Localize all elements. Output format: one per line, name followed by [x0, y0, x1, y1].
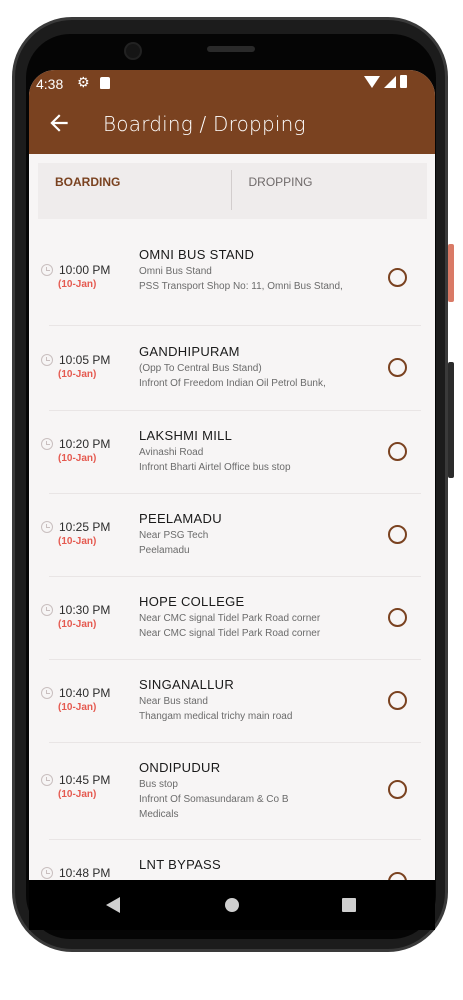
page-title: Boarding / Dropping [103, 112, 306, 136]
wifi-icon [364, 75, 380, 88]
battery-icon [400, 75, 407, 88]
tab-divider [231, 170, 232, 210]
stop-date: (10-Jan) [58, 536, 97, 547]
nav-home-icon[interactable] [225, 898, 239, 912]
tab-boarding-label: BOARDING [55, 175, 121, 189]
stop-name: OMNI BUS STAND [139, 247, 255, 262]
stop-name: PEELAMADU [139, 511, 222, 526]
tab-bar: BOARDING DROPPING [38, 163, 427, 219]
clock-icon [41, 354, 53, 366]
stop-address-line: Infront Bharti Airtel Office bus stop [139, 462, 291, 473]
list-item[interactable]: 10:00 PM (10-Jan) OMNI BUS STAND Omni Bu… [29, 230, 435, 326]
clock-icon [41, 687, 53, 699]
select-radio[interactable] [388, 525, 407, 544]
clock-icon [41, 521, 53, 533]
app-header: 4:38 ⚙ Boarding / Dropping [29, 70, 435, 154]
stop-address-line: Bus stop [139, 779, 178, 790]
list-item[interactable]: 10:45 PM (10-Jan) ONDIPUDUR Bus stop Inf… [29, 742, 435, 840]
tab-boarding[interactable]: BOARDING [38, 163, 233, 219]
stop-date: (10-Jan) [58, 702, 97, 713]
status-icons [364, 75, 407, 88]
stop-time: 10:20 PM [59, 437, 111, 451]
select-radio[interactable] [388, 358, 407, 377]
stop-date: (10-Jan) [58, 279, 97, 290]
stop-time: 10:30 PM [59, 603, 111, 617]
status-time: 4:38 [36, 76, 64, 92]
list-item[interactable]: 10:05 PM (10-Jan) GANDHIPURAM (Opp To Ce… [29, 326, 435, 416]
system-nav-bar [29, 880, 435, 930]
stop-time: 10:45 PM [59, 773, 111, 787]
stop-date: (10-Jan) [58, 619, 97, 630]
stop-address-line: (Opp To Central Bus Stand) [139, 363, 262, 374]
stop-address-line: Medicals [139, 809, 179, 820]
phone-camera [124, 42, 142, 60]
app-screen: 4:38 ⚙ Boarding / Dropping BOARDING DROP… [29, 70, 435, 880]
clock-icon [41, 774, 53, 786]
list-item[interactable]: 10:40 PM (10-Jan) SINGANALLUR Near Bus s… [29, 659, 435, 742]
nav-back-icon[interactable] [106, 897, 120, 913]
clock-icon [41, 438, 53, 450]
nav-recents-icon[interactable] [342, 898, 356, 912]
stop-name: HOPE COLLEGE [139, 594, 245, 609]
tab-dropping-label: DROPPING [248, 175, 313, 189]
stop-time: 10:25 PM [59, 520, 111, 534]
back-arrow-icon[interactable] [46, 110, 72, 136]
stop-time: 10:48 PM [59, 866, 111, 880]
list-item[interactable]: 10:25 PM (10-Jan) PEELAMADU Near PSG Tec… [29, 493, 435, 576]
select-radio[interactable] [388, 872, 407, 880]
volume-button [448, 362, 454, 478]
stop-time: 10:05 PM [59, 353, 111, 367]
clock-icon [41, 604, 53, 616]
phone-speaker [207, 46, 255, 52]
stop-address-line: PSS Transport Shop No: 11, Omni Bus Stan… [139, 281, 343, 292]
stop-address-line: Omni Bus Stand [139, 266, 212, 277]
sd-card-icon [100, 77, 110, 89]
stop-address-line: Avinashi Road [139, 447, 204, 458]
stop-address-line: Infront Of Freedom Indian Oil Petrol Bun… [139, 378, 326, 389]
clock-icon [41, 867, 53, 879]
stop-address-line: Near Bus stand [139, 696, 208, 707]
list-item[interactable]: 10:20 PM (10-Jan) LAKSHMI MILL Avinashi … [29, 410, 435, 493]
stop-name: LAKSHMI MILL [139, 428, 233, 443]
stop-time: 10:40 PM [59, 686, 111, 700]
stop-name: ONDIPUDUR [139, 760, 221, 775]
stop-date: (10-Jan) [58, 369, 97, 380]
stop-address-line: Near CMC signal Tidel Park Road corner [139, 628, 321, 639]
power-button [448, 244, 454, 302]
stop-time: 10:00 PM [59, 263, 111, 277]
stop-name: LNT BYPASS [139, 857, 221, 872]
select-radio[interactable] [388, 608, 407, 627]
stop-address-line: Infront Of Somasundaram & Co B [139, 794, 289, 805]
select-radio[interactable] [388, 691, 407, 710]
select-radio[interactable] [388, 268, 407, 287]
select-radio[interactable] [388, 780, 407, 799]
settings-status-icon: ⚙ [77, 75, 90, 91]
stop-address-line: Thangam medical trichy main road [139, 711, 293, 722]
stop-date: (10-Jan) [58, 453, 97, 464]
stop-name: SINGANALLUR [139, 677, 235, 692]
stop-address-line: Near CMC signal Tidel Park Road corner [139, 613, 321, 624]
stop-address-line: Peelamadu [139, 545, 190, 556]
stop-name: GANDHIPURAM [139, 344, 240, 359]
stop-address-line: Near PSG Tech [139, 530, 209, 541]
stop-date: (10-Jan) [58, 789, 97, 800]
signal-icon [384, 75, 396, 88]
list-item[interactable]: 10:30 PM (10-Jan) HOPE COLLEGE Near CMC … [29, 576, 435, 659]
tab-dropping[interactable]: DROPPING [233, 163, 428, 219]
select-radio[interactable] [388, 442, 407, 461]
clock-icon [41, 264, 53, 276]
list-item[interactable]: 10:48 PM LNT BYPASS [29, 839, 435, 880]
